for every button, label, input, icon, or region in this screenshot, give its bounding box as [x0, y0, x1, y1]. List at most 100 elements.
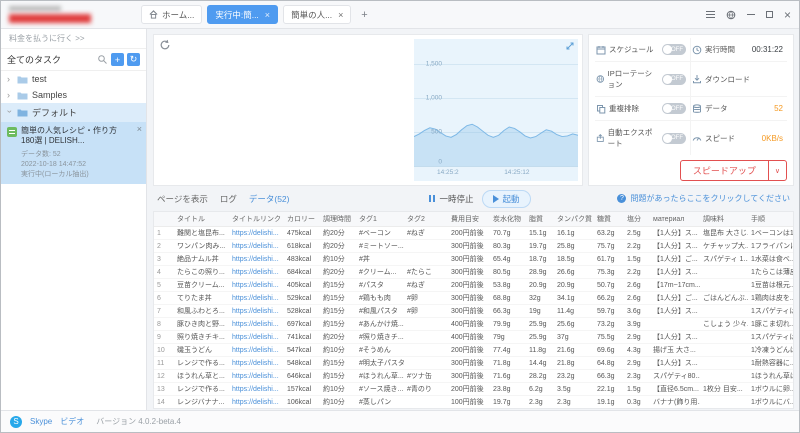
refresh-tasks-button[interactable]: ↻ — [127, 53, 140, 66]
table-cell: ワンパン肉み... — [174, 239, 229, 253]
row-index: 13 — [154, 382, 174, 396]
new-folder-button[interactable]: + — [111, 53, 124, 66]
help-link[interactable]: ? 問題があったらここをクリックしてください — [617, 193, 794, 204]
table-row[interactable]: 14 レンジバナナ... https://delishi... 106kcal 約10分… — [154, 395, 793, 408]
cell-link[interactable]: https://delishi... — [229, 356, 284, 370]
table-cell: 約15分 — [320, 291, 356, 305]
table-cell: てりたま丼 — [174, 291, 229, 305]
cell-link[interactable]: https://delishi... — [229, 343, 284, 357]
table-row[interactable]: 4 たらこの照り... https://delishi... 684kcal 約20分 #… — [154, 265, 793, 279]
close-icon[interactable]: × — [137, 124, 142, 134]
cell-link[interactable]: https://delishi... — [229, 291, 284, 305]
data-table-body: 1 難関と塩昆布... https://delishi... 475kcal 約20分 #… — [154, 226, 794, 410]
ip-rotation-toggle[interactable]: OFF — [662, 73, 686, 85]
cell-link[interactable]: https://delishi... — [229, 239, 284, 253]
auto-export-toggle[interactable]: OFF — [662, 132, 686, 144]
table-row[interactable]: 15マグカップで...https://delishi...327kcal約10分… — [154, 409, 794, 410]
download-label[interactable]: ダウンロード — [705, 74, 750, 85]
table-cell: 19.7g — [490, 395, 526, 408]
table-cell: 548kcal — [284, 356, 320, 370]
table-cell: 327kcal — [284, 409, 320, 410]
dedupe-toggle[interactable]: OFF — [662, 103, 686, 114]
skype-link[interactable]: Skype — [30, 417, 52, 426]
table-row[interactable]: 2 ワンパン肉み... https://delishi... 618kcal 約20分 #… — [154, 239, 793, 253]
close-icon[interactable]: × — [265, 10, 270, 20]
tab-task[interactable]: 簡単の人... × — [283, 5, 352, 24]
speed-up-button[interactable]: スピードアップ ∨ — [679, 160, 787, 181]
table-row[interactable]: 5 豆苗クリーム... https://delishi... 405kcal 約15分 #… — [154, 278, 793, 292]
cell-link[interactable]: https://delishi... — [229, 382, 284, 396]
table-row[interactable]: 9 照り焼きチキ... https://delishi... 741kcal 約20分 #… — [154, 330, 793, 344]
table-cell: 50.7g — [594, 278, 624, 292]
minimize-icon[interactable] — [746, 14, 755, 15]
table-cell: #ホットケー... — [356, 409, 404, 410]
table-cell: 2.2g — [624, 265, 650, 279]
window-controls: × — [705, 9, 791, 21]
tab-view-page[interactable]: ページを表示 — [157, 193, 208, 205]
tab-running-task[interactable]: 実行中:簡... × — [207, 5, 279, 24]
close-window-icon[interactable]: × — [784, 9, 791, 21]
start-button[interactable]: 起動 — [481, 189, 531, 208]
tab-home[interactable]: ホーム... — [141, 5, 203, 24]
table-cell: 75.5g — [594, 330, 624, 344]
cell-link[interactable]: https://delishi... — [229, 278, 284, 292]
chevron-down-icon[interactable]: ∨ — [767, 161, 786, 180]
refresh-icon[interactable] — [159, 39, 171, 51]
app-logo — [9, 6, 141, 23]
cell-link[interactable]: https://delishi... — [229, 226, 284, 240]
schedule-label: スケジュール — [609, 45, 654, 54]
cell-link[interactable]: https://delishi... — [229, 330, 284, 344]
menu-icon[interactable] — [705, 9, 715, 20]
video-link[interactable]: ビデオ — [60, 416, 84, 427]
task-list-item[interactable]: 簡単の人気レシピ・作り方 180選 | DELISH... × データ数: 52… — [1, 122, 146, 184]
cell-link[interactable]: https://delishi... — [229, 369, 284, 383]
folder-samples[interactable]: › Samples — [1, 87, 146, 103]
data-count-label: データ — [705, 104, 728, 113]
table-row[interactable]: 6 てりたま丼 https://delishi... 529kcal 約15分 #鶏もも肉… — [154, 291, 793, 305]
pause-button[interactable]: 一時停止 — [429, 193, 474, 205]
upgrade-link[interactable]: 料金を払うに行く >> — [1, 29, 146, 49]
table-cell: 75.7g — [594, 239, 624, 253]
table-row[interactable]: 8 豚ひき肉と野... https://delishi... 697kcal 約15分 #… — [154, 317, 793, 331]
folder-default[interactable]: › デフォルト — [1, 103, 146, 122]
close-icon[interactable]: × — [338, 10, 343, 20]
cell-link[interactable]: https://delishi... — [229, 265, 284, 279]
schedule-toggle[interactable]: OFF — [662, 44, 686, 55]
maximize-icon[interactable] — [765, 11, 773, 18]
folder-test[interactable]: › test — [1, 71, 146, 87]
table-row[interactable]: 13 レンジで作る... https://delishi... 157kcal 約10分… — [154, 382, 793, 396]
table-cell: 200円前後 — [448, 343, 490, 357]
tab-log[interactable]: ログ — [220, 193, 237, 205]
table-cell: 0.3g — [624, 395, 650, 408]
tab-data[interactable]: データ(52) — [249, 193, 290, 205]
table-cell: 79.9g — [490, 317, 526, 331]
home-icon — [149, 10, 158, 19]
cell-link[interactable]: https://delishi... — [229, 317, 284, 331]
language-icon[interactable] — [726, 10, 736, 20]
all-tasks-label: 全てのタスク — [7, 55, 62, 65]
table-cell: 約15分 — [320, 369, 356, 383]
table-cell: #明太子パスタ — [356, 356, 404, 370]
table-row[interactable]: 1 難関と塩昆布... https://delishi... 475kcal 約20分 #… — [154, 226, 793, 240]
expand-icon[interactable] — [566, 42, 574, 50]
table-row[interactable]: 12 ほうれん草と... https://delishi... 646kcal 約15分… — [154, 369, 793, 383]
column-header: 塩分 — [624, 212, 650, 227]
table-row[interactable]: 7 和風ふわとろ... https://delishi... 528kcal 約15分 #… — [154, 304, 793, 318]
export-icon — [596, 133, 604, 142]
table-cell: 【2人分】メ... — [650, 409, 700, 410]
search-icon[interactable] — [97, 54, 108, 65]
cell-link[interactable]: https://delishi... — [229, 395, 284, 408]
auto-export-label: 自動エクスポート — [607, 128, 653, 148]
table-row[interactable]: 10 磯玉うどん https://delishi... 547kcal 約10分 #そうめ… — [154, 343, 793, 357]
table-row[interactable]: 11 レンジで作る... https://delishi... 548kcal 約15分… — [154, 356, 793, 370]
cell-link[interactable]: https://delishi... — [229, 409, 284, 410]
table-cell: #卵 — [404, 304, 448, 318]
chart-panel: 1,500 1,000 500 0 14:25:2 14:25:12 — [153, 34, 583, 186]
table-row[interactable]: 3 絶品ナムル丼 https://delishi... 483kcal 約10分 #丼 30… — [154, 252, 793, 266]
cell-link[interactable]: https://delishi... — [229, 304, 284, 318]
new-tab-button[interactable]: + — [356, 7, 372, 23]
table-cell: 528kcal — [284, 304, 320, 318]
table-cell: 200円前後 — [448, 278, 490, 292]
skype-icon[interactable]: S — [10, 415, 22, 428]
cell-link[interactable]: https://delishi... — [229, 252, 284, 266]
